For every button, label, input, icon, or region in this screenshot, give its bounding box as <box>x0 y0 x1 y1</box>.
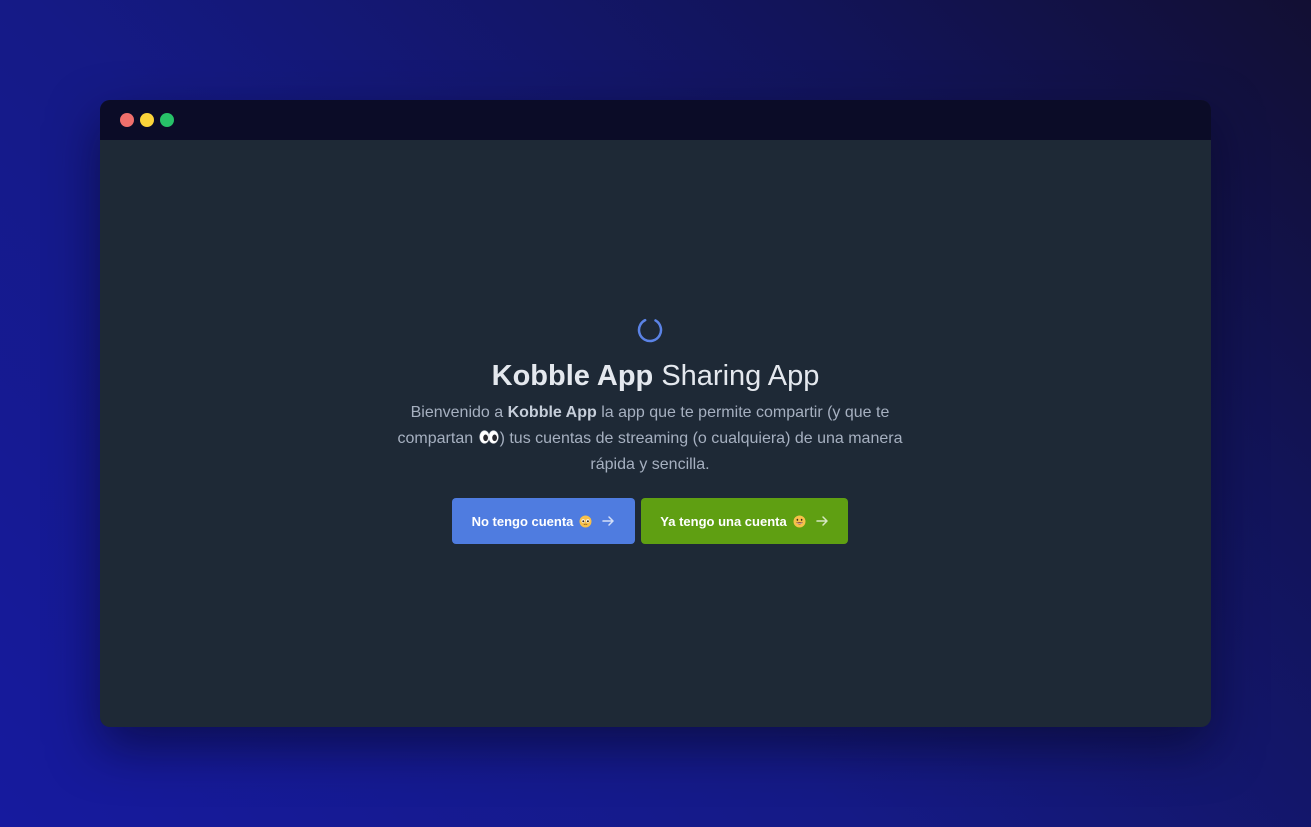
close-window-button[interactable] <box>120 113 134 127</box>
have-account-button[interactable]: Ya tengo una cuenta <box>641 498 848 544</box>
no-account-button[interactable]: No tengo cuenta <box>452 498 635 544</box>
title-rest: Sharing App <box>653 360 820 392</box>
main-content: Kobble App Sharing App Bienvenido a Kobb… <box>100 140 1211 727</box>
app-window: Kobble App Sharing App Bienvenido a Kobb… <box>100 100 1211 727</box>
window-titlebar <box>100 100 1211 140</box>
arrow-right-icon <box>602 516 615 526</box>
have-account-label: Ya tengo una cuenta <box>660 513 787 529</box>
desc-brand: Kobble App <box>507 404 597 421</box>
page-title: Kobble App Sharing App <box>100 354 1211 398</box>
eyes-icon <box>478 430 499 444</box>
desc-suffix: ) tus cuentas de streaming (o cualquiera… <box>499 430 903 473</box>
desc-prefix: Bienvenido a <box>410 404 508 421</box>
minimize-window-button[interactable] <box>140 113 154 127</box>
no-account-label: No tengo cuenta <box>471 513 574 529</box>
welcome-description: Bienvenido a Kobble App la app que te pe… <box>375 400 925 478</box>
arrow-right-icon <box>815 516 828 526</box>
grinning-face-icon <box>793 515 806 527</box>
spinner-icon <box>637 317 663 343</box>
title-brand: Kobble App <box>491 360 654 392</box>
maximize-window-button[interactable] <box>160 113 174 127</box>
pleading-face-icon <box>579 515 592 527</box>
